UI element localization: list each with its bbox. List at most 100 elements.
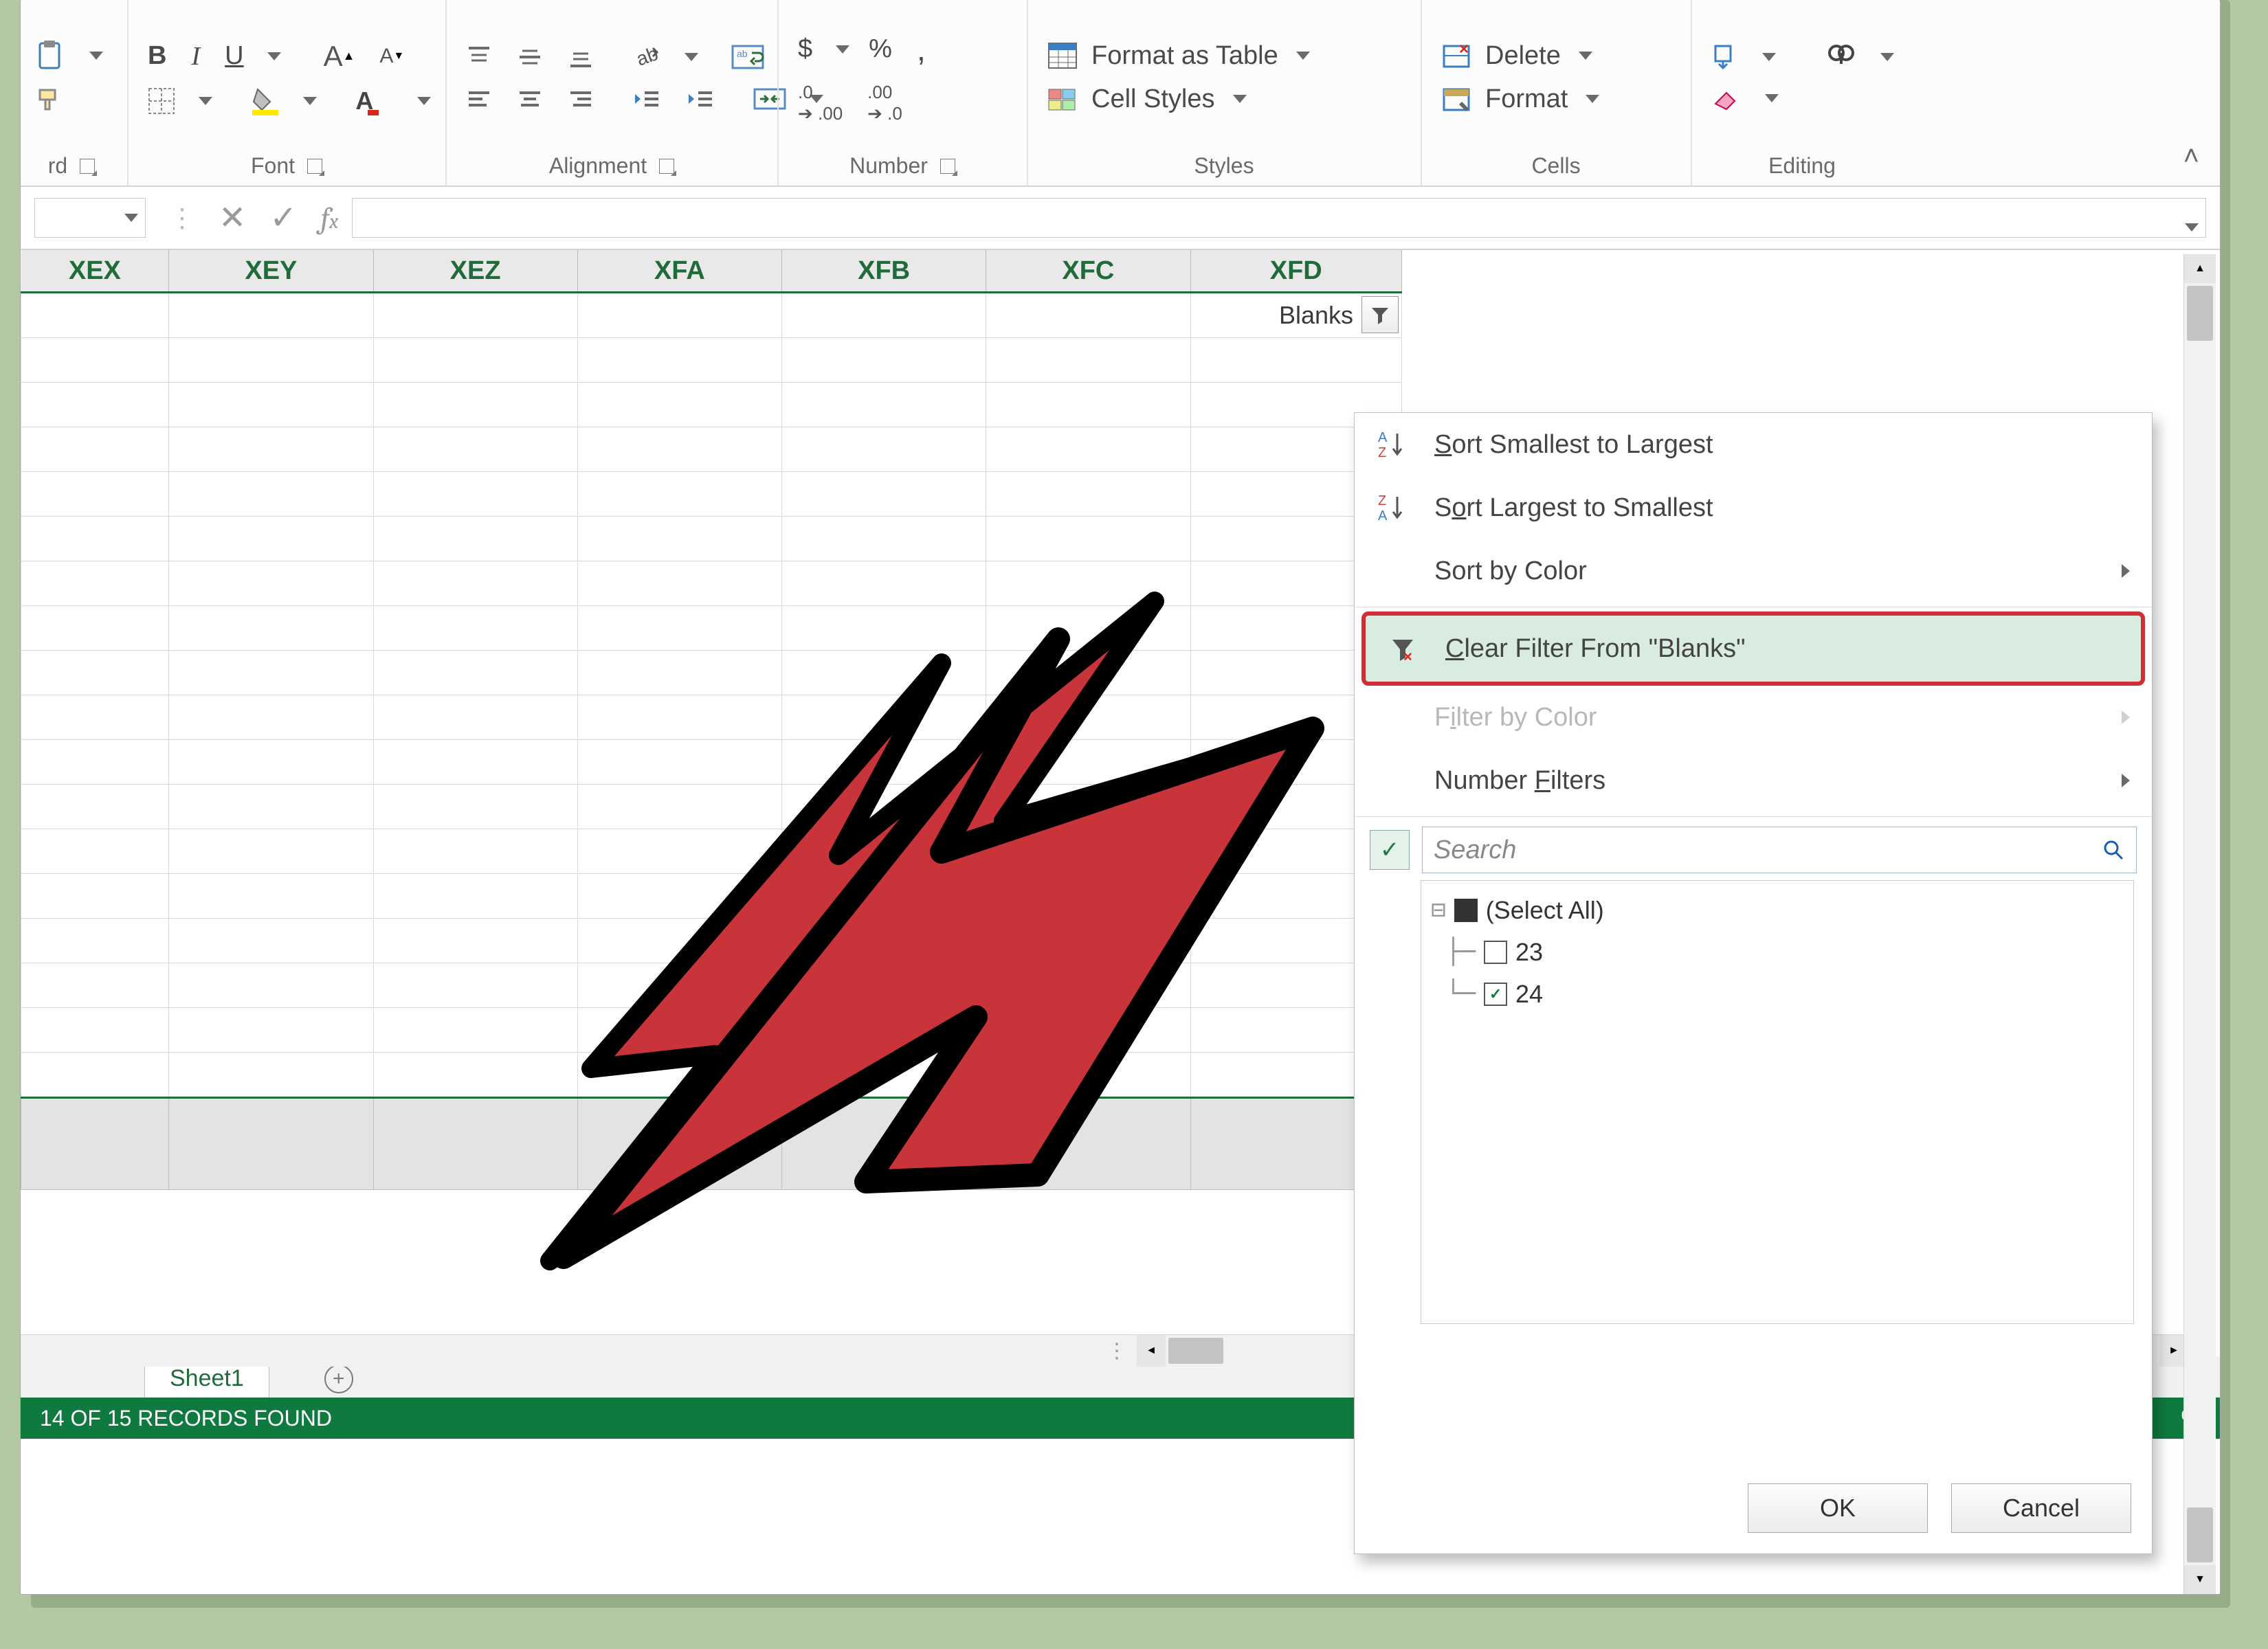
table-row[interactable] (21, 919, 1402, 963)
grow-font-icon[interactable]: A▲ (318, 37, 361, 76)
table-row[interactable] (21, 561, 1402, 606)
name-box[interactable] (34, 198, 146, 238)
chevron-down-icon[interactable] (89, 52, 103, 60)
formula-input[interactable] (352, 198, 2206, 238)
table-row[interactable] (21, 651, 1402, 695)
align-center-icon[interactable] (511, 83, 548, 115)
increase-indent-icon[interactable] (680, 83, 720, 115)
wrap-text-icon[interactable]: ab (726, 41, 770, 74)
cancel-button[interactable]: Cancel (1951, 1483, 2131, 1533)
sort-by-color-item[interactable]: Sort by Color (1355, 539, 2152, 603)
collapse-ribbon-icon[interactable]: ˄ (2183, 141, 2199, 171)
table-row[interactable]: Blanks (21, 293, 1402, 338)
vertical-scrollbar[interactable]: ▲ ▼ (2183, 254, 2216, 1594)
underline-button[interactable]: U (219, 38, 249, 74)
table-row[interactable] (21, 740, 1402, 785)
chevron-down-icon[interactable] (836, 45, 849, 54)
column-header-row[interactable]: XEX XEY XEZ XFA XFB XFC XFD (21, 250, 1402, 293)
chevron-down-icon[interactable] (1762, 53, 1776, 61)
format-button[interactable]: Format (1436, 82, 1676, 117)
column-header[interactable]: XFD (1190, 250, 1402, 293)
enter-formula-icon[interactable]: ✓ (269, 199, 297, 237)
filter-by-color-item: Filter by Color (1355, 686, 2152, 749)
chevron-down-icon[interactable] (1765, 94, 1779, 102)
table-row[interactable] (21, 427, 1402, 472)
dialog-launcher-icon[interactable] (307, 159, 322, 174)
value-24-checkbox[interactable] (1484, 983, 1507, 1006)
paste-icon[interactable] (30, 38, 71, 74)
new-sheet-button[interactable]: + (324, 1365, 353, 1393)
align-right-icon[interactable] (562, 83, 599, 115)
cancel-formula-icon[interactable]: ✕ (219, 199, 246, 237)
chevron-down-icon[interactable] (417, 97, 431, 105)
dialog-launcher-icon[interactable] (659, 159, 674, 174)
ok-button[interactable]: OK (1748, 1483, 1928, 1533)
toggle-all-check[interactable]: ✓ (1370, 830, 1410, 870)
table-row[interactable] (21, 1008, 1402, 1053)
column-header[interactable]: XFC (986, 250, 1190, 293)
table-row[interactable] (21, 606, 1402, 651)
column-header[interactable]: XFB (782, 250, 986, 293)
column-header[interactable]: XEZ (373, 250, 577, 293)
select-all-checkbox[interactable] (1454, 899, 1478, 922)
italic-button[interactable]: I (186, 38, 205, 74)
filter-dropdown-button[interactable] (1361, 296, 1399, 333)
comma-button[interactable]: , (911, 28, 931, 71)
table-row[interactable] (21, 383, 1402, 427)
table-row[interactable] (21, 1053, 1402, 1098)
bold-button[interactable]: B (142, 38, 172, 74)
format-painter-icon[interactable] (30, 82, 71, 117)
table-row[interactable] (21, 785, 1402, 829)
cell-styles-button[interactable]: Cell Styles (1042, 82, 1406, 117)
table-row[interactable] (21, 472, 1402, 517)
filter-search-input[interactable]: Search (1422, 827, 2137, 873)
scroll-left-icon[interactable]: ◄ (1137, 1335, 1166, 1367)
orientation-icon[interactable]: ab (627, 40, 667, 74)
find-icon[interactable] (1821, 41, 1863, 74)
table-row[interactable] (21, 338, 1402, 383)
table-row[interactable] (21, 517, 1402, 561)
align-left-icon[interactable] (460, 83, 498, 115)
table-row[interactable] (21, 695, 1402, 740)
chevron-down-icon[interactable] (685, 53, 698, 61)
chevron-down-icon[interactable] (1880, 53, 1894, 61)
expand-formula-bar-icon[interactable] (2181, 211, 2199, 238)
scroll-up-icon[interactable]: ▲ (2184, 254, 2216, 283)
chevron-down-icon[interactable] (267, 52, 281, 60)
value-23-checkbox[interactable] (1484, 941, 1507, 964)
sort-descending-item[interactable]: ZA Sort Largest to Smallest (1355, 476, 2152, 539)
currency-button[interactable]: $ (792, 32, 818, 67)
shrink-font-icon[interactable]: A▼ (374, 42, 410, 71)
delete-button[interactable]: × Delete (1436, 38, 1676, 74)
format-as-table-label: Format as Table (1091, 41, 1278, 71)
sort-ascending-item[interactable]: AZ Sort Smallest to Largest (1355, 413, 2152, 476)
fill-icon[interactable] (1706, 41, 1744, 74)
format-as-table-button[interactable]: Format as Table (1042, 38, 1406, 74)
align-top-icon[interactable] (460, 41, 498, 73)
decrease-decimal-button[interactable]: .00➔ .0 (862, 79, 908, 127)
clear-icon[interactable] (1706, 82, 1747, 115)
column-header[interactable]: XEX (21, 250, 169, 293)
column-header[interactable]: XFA (577, 250, 781, 293)
filter-values-tree[interactable]: ⊟ (Select All) ├─ 23 └─ 24 (1421, 880, 2134, 1324)
insert-function-icon[interactable]: fx (320, 201, 338, 236)
scroll-down-icon[interactable]: ▼ (2184, 1565, 2216, 1594)
table-row[interactable] (21, 874, 1402, 919)
sort-asc-label: ort Smallest to Largest (1452, 430, 1713, 459)
table-row[interactable] (21, 829, 1402, 874)
decrease-indent-icon[interactable] (627, 83, 667, 115)
increase-decimal-button[interactable]: .0➔ .00 (792, 79, 848, 127)
align-bottom-icon[interactable] (562, 41, 599, 73)
dialog-launcher-icon[interactable] (940, 159, 955, 174)
fill-color-icon[interactable] (245, 84, 285, 118)
table-row[interactable] (21, 963, 1402, 1008)
clear-filter-item[interactable]: × Clear Filter From "Blanks" (1366, 616, 2141, 682)
align-middle-icon[interactable] (511, 41, 548, 73)
chevron-down-icon[interactable] (199, 97, 212, 105)
percent-button[interactable]: % (863, 32, 898, 67)
borders-icon[interactable] (142, 85, 181, 117)
number-filters-item[interactable]: Number Filters (1355, 749, 2152, 812)
chevron-down-icon[interactable] (303, 97, 317, 105)
column-header[interactable]: XEY (169, 250, 373, 293)
dialog-launcher-icon[interactable] (80, 159, 95, 174)
